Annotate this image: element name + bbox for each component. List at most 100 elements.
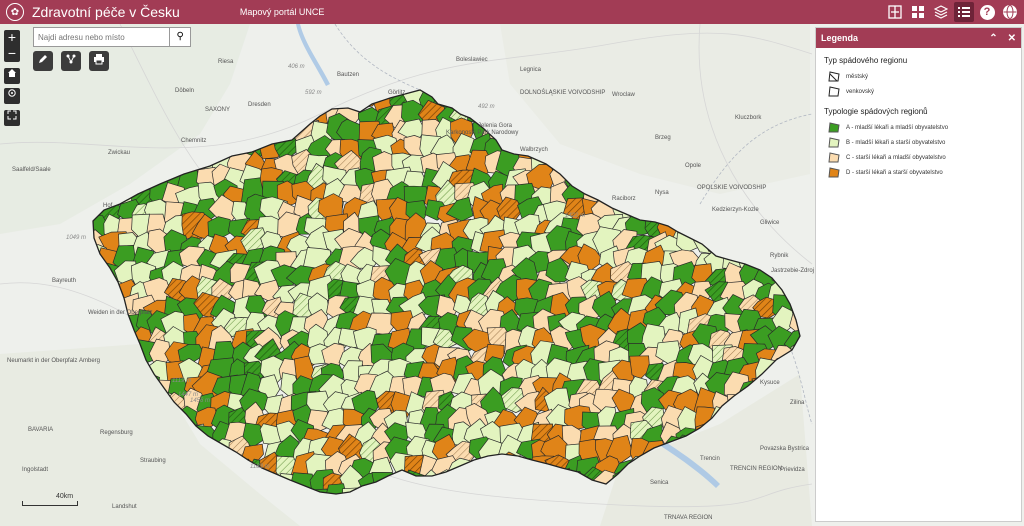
- place-label: Karkonoski Park Narodowy: [446, 130, 518, 136]
- search-input[interactable]: [34, 28, 170, 46]
- legend-label-urban: městský: [846, 73, 869, 80]
- legend-item-typology: C - starší lékaři a mladší obyvatelstvo: [828, 152, 1013, 163]
- place-label: Hof: [103, 203, 113, 209]
- place-label: Neumarkt in der Oberpfalz: [7, 358, 77, 364]
- legend-label-typology: A - mladší lékaři a mladší obyvatelstvo: [846, 124, 949, 131]
- locate-icon: [8, 89, 16, 97]
- legend-item-typology: D - starší lékaři a starší obyvatelstvo: [828, 167, 1013, 178]
- tree-logo-icon: ✿: [6, 3, 24, 21]
- place-label: Zwickau: [108, 150, 130, 156]
- elevation-label: 1119 m: [172, 378, 191, 384]
- elevation-label: 1456 m: [190, 398, 210, 404]
- place-label: Gliwice: [760, 220, 780, 226]
- elevation-label: 492 m: [478, 104, 495, 110]
- place-label: Raciborz: [612, 196, 636, 202]
- typology-swatch: [828, 167, 840, 178]
- place-label: Brzeg: [655, 135, 671, 141]
- place-label: Jastrzebie-Zdroj: [771, 268, 814, 274]
- place-label: Jelenia Gora: [478, 123, 513, 129]
- elevation-label: 592 m: [305, 90, 322, 96]
- place-label: Kysuce: [760, 380, 780, 386]
- place-label: Regensburg: [100, 430, 133, 436]
- legend-label-typology: B - mladší lékaři a starší obyvatelstvo: [846, 139, 946, 146]
- place-label: Straubing: [140, 458, 166, 464]
- legend-title: Legenda: [821, 33, 859, 43]
- print-button[interactable]: [89, 51, 109, 71]
- layout-split-icon[interactable]: [885, 2, 905, 22]
- measure-button[interactable]: [61, 51, 81, 71]
- legend-label-typology: C - starší lékaři a mladší obyvatelstvo: [846, 154, 946, 161]
- globe-icon[interactable]: [1000, 2, 1020, 22]
- place-label: Trencin: [700, 456, 720, 462]
- typology-swatch: [828, 152, 840, 163]
- place-label: Saalfeld/Saale: [12, 167, 51, 173]
- legend-list-icon[interactable]: [954, 2, 974, 22]
- place-label: SAXONY: [205, 107, 230, 113]
- grid-icon[interactable]: [908, 2, 928, 22]
- place-label: Chemnitz: [181, 138, 206, 144]
- help-icon[interactable]: ?: [977, 2, 997, 22]
- place-label: Landshut: [112, 504, 137, 510]
- zoom-control: + −: [4, 30, 20, 62]
- draw-button[interactable]: [33, 51, 53, 71]
- place-label: DOLNOŚLĄSKIE VOIVODSHIP: [520, 88, 605, 96]
- legend-item-typology: A - mladší lékaři a mladší obyvatelstvo: [828, 122, 1013, 133]
- close-icon[interactable]: ✕: [1008, 33, 1016, 44]
- zoom-out-button[interactable]: −: [4, 46, 20, 62]
- place-label: Nysa: [655, 190, 669, 196]
- legend-item-rural: venkovský: [828, 86, 1013, 97]
- legend-section-region-type: Typ spádového regionu: [824, 56, 908, 65]
- pencil-icon: [39, 55, 47, 63]
- place-label: Rybnik: [770, 253, 789, 259]
- home-button[interactable]: [4, 68, 20, 84]
- scale-line: [22, 501, 78, 506]
- measure-icon: [66, 54, 76, 64]
- elevation-label: 406 m: [288, 64, 305, 70]
- place-label: TRENCIN REGION: [730, 466, 782, 472]
- scale-bar: 40km: [22, 493, 78, 506]
- legend-label-rural: venkovský: [846, 88, 875, 95]
- typology-swatch: [828, 122, 840, 133]
- app-subtitle: Mapový portál UNCE: [239, 7, 325, 17]
- search-icon[interactable]: ⚲: [169, 28, 190, 46]
- search-box: ⚲: [33, 27, 191, 47]
- rural-swatch: [828, 86, 840, 97]
- place-label: Görlitz: [388, 90, 405, 96]
- place-label: Boleslawiec: [456, 57, 488, 63]
- scale-label: 40km: [56, 493, 74, 500]
- place-label: TRNAVA REGION: [664, 515, 712, 521]
- chevron-double-up-icon[interactable]: ⌃: [989, 33, 997, 44]
- place-label: Döbeln: [175, 88, 194, 94]
- header-toolbar: ?: [885, 2, 1020, 22]
- legend-panel: Legenda ⌃ ✕ Typ spádového regionu městsk…: [815, 27, 1022, 522]
- place-label: Prievidza: [780, 467, 805, 473]
- home-icon: [8, 69, 16, 77]
- place-label: Dresden: [248, 102, 271, 108]
- place-label: OPOLSKIE VOIVODSHIP: [697, 185, 766, 191]
- place-label: Zilina: [790, 400, 805, 406]
- fullscreen-button[interactable]: [4, 110, 20, 126]
- urban-hatch-swatch: [828, 71, 840, 82]
- app-header: ✿ Zdravotní péče v Česku Mapový portál U…: [0, 0, 1024, 24]
- locate-button[interactable]: [4, 88, 20, 104]
- place-label: BAVARIA: [28, 427, 53, 433]
- place-label: Opole: [685, 163, 702, 169]
- printer-icon: [94, 54, 104, 65]
- place-label: Riesa: [218, 59, 234, 65]
- elevation-label: 1049 m: [66, 235, 86, 241]
- app-title: Zdravotní péče v Česku: [32, 4, 180, 20]
- place-label: Povazska Bystrica: [760, 446, 810, 452]
- legend-label-typology: D - starší lékaři a starší obyvatelstvo: [846, 169, 943, 176]
- elevation-label: 1422 m: [565, 213, 585, 219]
- place-label: Walbrzych: [520, 147, 548, 153]
- legend-body: Typ spádového regionu městský venkovský …: [816, 48, 1021, 190]
- zoom-in-button[interactable]: +: [4, 30, 20, 46]
- legend-section-typology: Typologie spádových regionů: [824, 107, 928, 116]
- typology-swatch: [828, 137, 840, 148]
- place-label: Amberg: [79, 358, 100, 364]
- place-label: Ingolstadt: [22, 467, 48, 473]
- place-label: Weiden in der Oberpfalz: [88, 310, 153, 316]
- place-label: Kluczbork: [735, 115, 762, 121]
- place-label: Legnica: [520, 67, 542, 73]
- layers-icon[interactable]: [931, 2, 951, 22]
